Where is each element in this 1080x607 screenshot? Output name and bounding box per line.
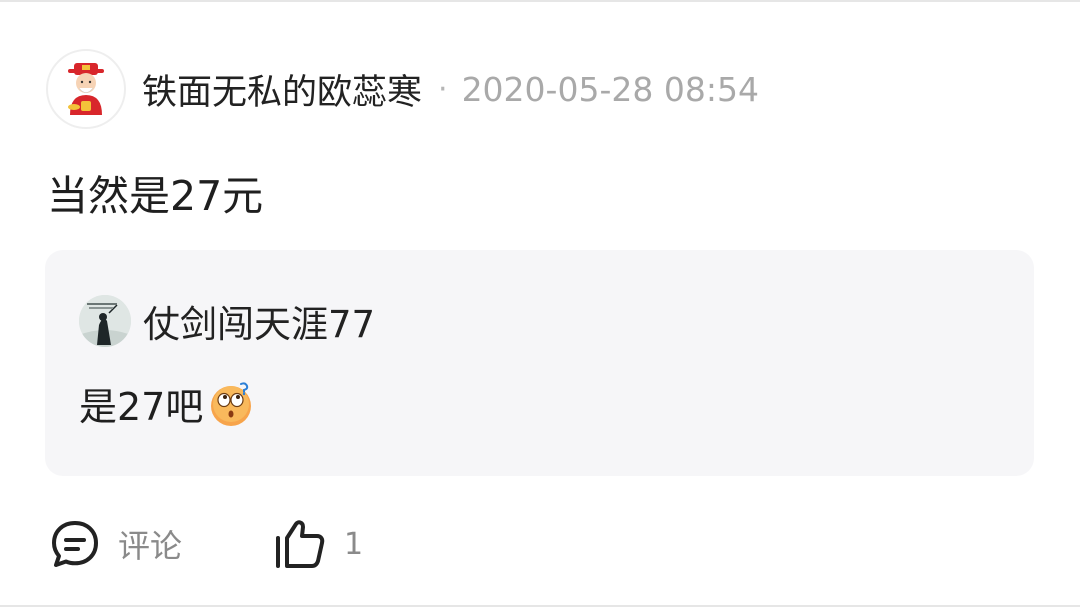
thinking-face-emoji-icon — [211, 381, 252, 426]
comment-button[interactable]: 评论 — [50, 519, 182, 569]
reply-author-avatar[interactable] — [79, 295, 131, 347]
reply-author-name[interactable]: 仗剑闯天涯77 — [143, 294, 375, 348]
comment-card: 铁面无私的欧蕊寒 · 2020-05-28 08:54 当然是27元 仗剑闯天涯… — [0, 0, 1080, 607]
author-avatar[interactable] — [46, 49, 126, 129]
comment-label: 评论 — [118, 527, 183, 565]
like-button[interactable]: 1 — [272, 518, 363, 570]
thumbs-up-icon — [276, 520, 325, 568]
comment-bubble-icon — [52, 521, 98, 567]
reply-content: 是27吧 — [79, 376, 255, 431]
author-name[interactable]: 铁面无私的欧蕊寒 — [142, 64, 422, 115]
reply-preview[interactable]: 仗剑闯天涯77 是27吧 — [45, 250, 1034, 476]
swordsman-avatar-icon — [79, 295, 131, 347]
post-timestamp: 2020-05-28 08:54 — [461, 69, 759, 109]
like-count: 1 — [344, 526, 364, 562]
reply-header: 仗剑闯天涯77 — [79, 294, 375, 348]
reply-text: 是27吧 — [79, 385, 204, 429]
meta-separator: · — [438, 71, 448, 107]
post-header: 铁面无私的欧蕊寒 · 2020-05-28 08:54 — [46, 46, 759, 132]
action-bar: 评论 1 — [50, 516, 363, 572]
god-of-wealth-avatar-icon — [68, 63, 104, 115]
comment-content: 当然是27元 — [47, 172, 264, 220]
